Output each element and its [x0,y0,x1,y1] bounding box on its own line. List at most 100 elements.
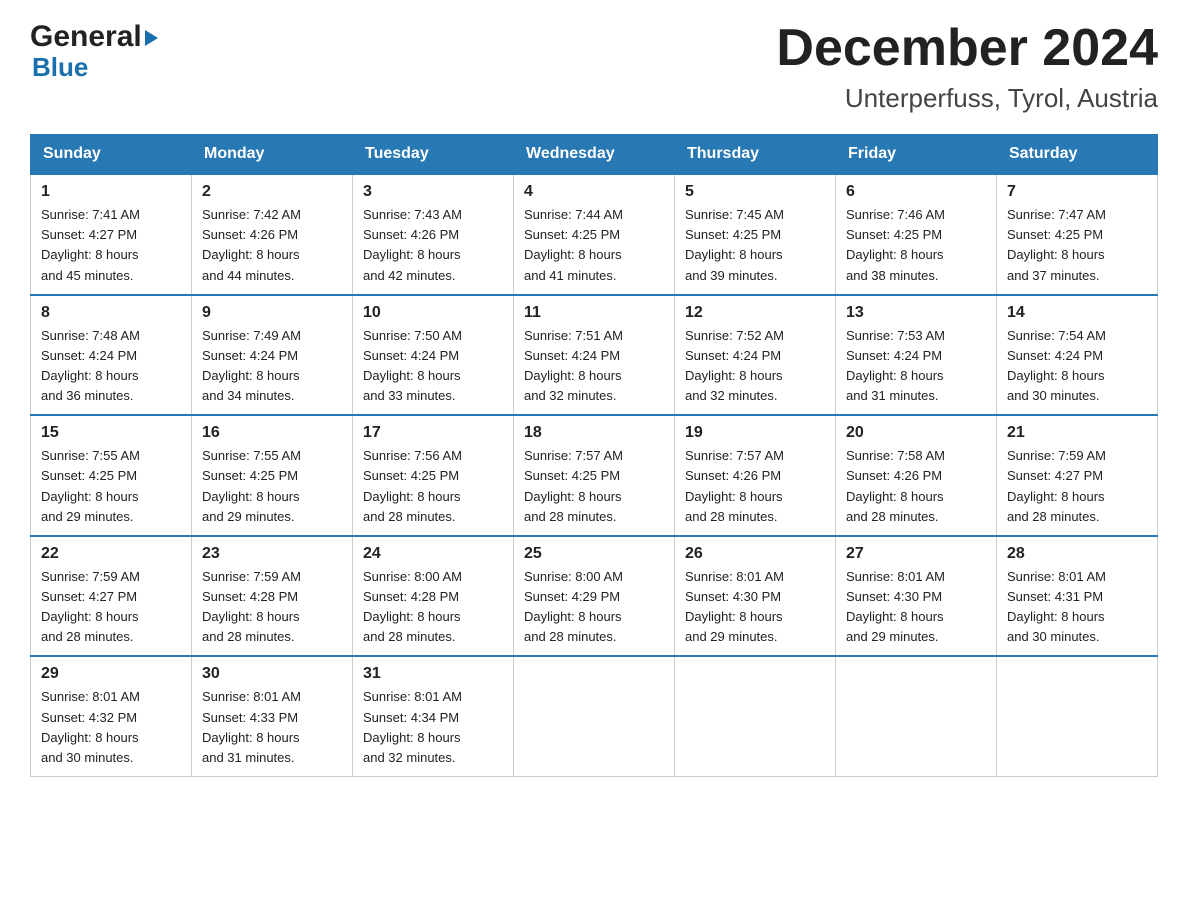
calendar-cell: 17Sunrise: 7:56 AMSunset: 4:25 PMDayligh… [353,415,514,536]
column-header-friday: Friday [836,135,997,175]
header: General Blue December 2024 Unterperfuss,… [30,20,1158,114]
day-info: Sunrise: 8:01 AMSunset: 4:30 PMDaylight:… [846,567,986,648]
day-info: Sunrise: 7:47 AMSunset: 4:25 PMDaylight:… [1007,205,1147,286]
day-info: Sunrise: 7:55 AMSunset: 4:25 PMDaylight:… [41,446,181,527]
logo-blue-text: Blue [32,52,158,83]
week-row-2: 8 Sunrise: 7:48 AMSunset: 4:24 PMDaylight… [31,295,1158,416]
calendar-cell: 21 Sunrise: 7:59 AMSunset: 4:27 PMDayligh… [997,415,1158,536]
logo-general-text: General [30,20,142,54]
calendar-cell: 22 Sunrise: 7:59 AMSunset: 4:27 PMDayligh… [31,536,192,657]
day-number: 18 [524,424,664,442]
calendar-cell: 5Sunrise: 7:45 AMSunset: 4:25 PMDaylight… [675,174,836,295]
day-info: Sunrise: 7:50 AMSunset: 4:24 PMDaylight:… [363,326,503,407]
calendar-cell: 19 Sunrise: 7:57 AMSunset: 4:26 PMDayligh… [675,415,836,536]
day-number: 8 [41,304,181,322]
column-header-tuesday: Tuesday [353,135,514,175]
calendar-cell: 26 Sunrise: 8:01 AMSunset: 4:30 PMDayligh… [675,536,836,657]
day-number: 25 [524,545,664,563]
day-number: 26 [685,545,825,563]
calendar-cell: 8 Sunrise: 7:48 AMSunset: 4:24 PMDaylight… [31,295,192,416]
day-number: 6 [846,183,986,201]
day-number: 5 [685,183,825,201]
calendar-cell: 14 Sunrise: 7:54 AMSunset: 4:24 PMDayligh… [997,295,1158,416]
day-info: Sunrise: 7:44 AMSunset: 4:25 PMDaylight:… [524,205,664,286]
calendar-cell: 12Sunrise: 7:52 AMSunset: 4:24 PMDayligh… [675,295,836,416]
day-info: Sunrise: 7:59 AMSunset: 4:27 PMDaylight:… [1007,446,1147,527]
day-info: Sunrise: 8:00 AMSunset: 4:29 PMDaylight:… [524,567,664,648]
calendar-cell: 10 Sunrise: 7:50 AMSunset: 4:24 PMDayligh… [353,295,514,416]
day-number: 12 [685,304,825,322]
day-number: 13 [846,304,986,322]
day-info: Sunrise: 7:48 AMSunset: 4:24 PMDaylight:… [41,326,181,407]
day-number: 1 [41,183,181,201]
calendar-cell: 9 Sunrise: 7:49 AMSunset: 4:24 PMDaylight… [192,295,353,416]
column-header-sunday: Sunday [31,135,192,175]
title-area: December 2024 Unterperfuss, Tyrol, Austr… [776,20,1158,114]
day-number: 22 [41,545,181,563]
column-header-monday: Monday [192,135,353,175]
column-header-saturday: Saturday [997,135,1158,175]
day-number: 2 [202,183,342,201]
logo-icon [145,30,158,46]
day-number: 10 [363,304,503,322]
day-info: Sunrise: 7:51 AMSunset: 4:24 PMDaylight:… [524,326,664,407]
calendar-cell: 2 Sunrise: 7:42 AMSunset: 4:26 PMDaylight… [192,174,353,295]
calendar-cell: 7 Sunrise: 7:47 AMSunset: 4:25 PMDaylight… [997,174,1158,295]
calendar-cell [675,656,836,776]
calendar-cell: 11 Sunrise: 7:51 AMSunset: 4:24 PMDayligh… [514,295,675,416]
calendar-cell: 28 Sunrise: 8:01 AMSunset: 4:31 PMDayligh… [997,536,1158,657]
logo-area: General Blue [30,20,158,83]
calendar-cell: 25 Sunrise: 8:00 AMSunset: 4:29 PMDayligh… [514,536,675,657]
day-number: 11 [524,304,664,322]
calendar-cell: 16 Sunrise: 7:55 AMSunset: 4:25 PMDayligh… [192,415,353,536]
column-header-thursday: Thursday [675,135,836,175]
day-number: 31 [363,665,503,683]
week-row-3: 15Sunrise: 7:55 AMSunset: 4:25 PMDayligh… [31,415,1158,536]
week-row-1: 1 Sunrise: 7:41 AMSunset: 4:27 PMDaylight… [31,174,1158,295]
day-info: Sunrise: 7:41 AMSunset: 4:27 PMDaylight:… [41,205,181,286]
calendar-cell: 1 Sunrise: 7:41 AMSunset: 4:27 PMDaylight… [31,174,192,295]
calendar-cell: 20Sunrise: 7:58 AMSunset: 4:26 PMDayligh… [836,415,997,536]
day-number: 28 [1007,545,1147,563]
day-info: Sunrise: 7:54 AMSunset: 4:24 PMDaylight:… [1007,326,1147,407]
day-info: Sunrise: 7:42 AMSunset: 4:26 PMDaylight:… [202,205,342,286]
calendar-cell: 6Sunrise: 7:46 AMSunset: 4:25 PMDaylight… [836,174,997,295]
calendar-cell: 4Sunrise: 7:44 AMSunset: 4:25 PMDaylight… [514,174,675,295]
calendar-cell: 18 Sunrise: 7:57 AMSunset: 4:25 PMDayligh… [514,415,675,536]
day-number: 30 [202,665,342,683]
day-info: Sunrise: 7:59 AMSunset: 4:27 PMDaylight:… [41,567,181,648]
day-info: Sunrise: 7:57 AMSunset: 4:26 PMDaylight:… [685,446,825,527]
week-row-5: 29Sunrise: 8:01 AMSunset: 4:32 PMDayligh… [31,656,1158,776]
day-info: Sunrise: 7:58 AMSunset: 4:26 PMDaylight:… [846,446,986,527]
day-number: 14 [1007,304,1147,322]
calendar-cell: 23 Sunrise: 7:59 AMSunset: 4:28 PMDayligh… [192,536,353,657]
calendar-cell: 27 Sunrise: 8:01 AMSunset: 4:30 PMDayligh… [836,536,997,657]
day-number: 27 [846,545,986,563]
month-title: December 2024 [776,20,1158,77]
day-info: Sunrise: 7:49 AMSunset: 4:24 PMDaylight:… [202,326,342,407]
day-info: Sunrise: 7:53 AMSunset: 4:24 PMDaylight:… [846,326,986,407]
day-number: 24 [363,545,503,563]
day-number: 16 [202,424,342,442]
day-info: Sunrise: 7:59 AMSunset: 4:28 PMDaylight:… [202,567,342,648]
day-info: Sunrise: 7:55 AMSunset: 4:25 PMDaylight:… [202,446,342,527]
day-number: 9 [202,304,342,322]
day-info: Sunrise: 7:43 AMSunset: 4:26 PMDaylight:… [363,205,503,286]
calendar-cell: 29Sunrise: 8:01 AMSunset: 4:32 PMDayligh… [31,656,192,776]
calendar-cell: 3 Sunrise: 7:43 AMSunset: 4:26 PMDaylight… [353,174,514,295]
day-info: Sunrise: 7:56 AMSunset: 4:25 PMDaylight:… [363,446,503,527]
calendar-cell [997,656,1158,776]
location-title: Unterperfuss, Tyrol, Austria [776,83,1158,114]
day-info: Sunrise: 8:01 AMSunset: 4:30 PMDaylight:… [685,567,825,648]
day-number: 29 [41,665,181,683]
day-info: Sunrise: 8:01 AMSunset: 4:31 PMDaylight:… [1007,567,1147,648]
day-number: 23 [202,545,342,563]
day-info: Sunrise: 8:01 AMSunset: 4:33 PMDaylight:… [202,687,342,768]
day-number: 3 [363,183,503,201]
day-number: 19 [685,424,825,442]
days-header-row: SundayMondayTuesdayWednesdayThursdayFrid… [31,135,1158,175]
day-info: Sunrise: 7:57 AMSunset: 4:25 PMDaylight:… [524,446,664,527]
day-number: 7 [1007,183,1147,201]
calendar-cell [514,656,675,776]
day-number: 21 [1007,424,1147,442]
